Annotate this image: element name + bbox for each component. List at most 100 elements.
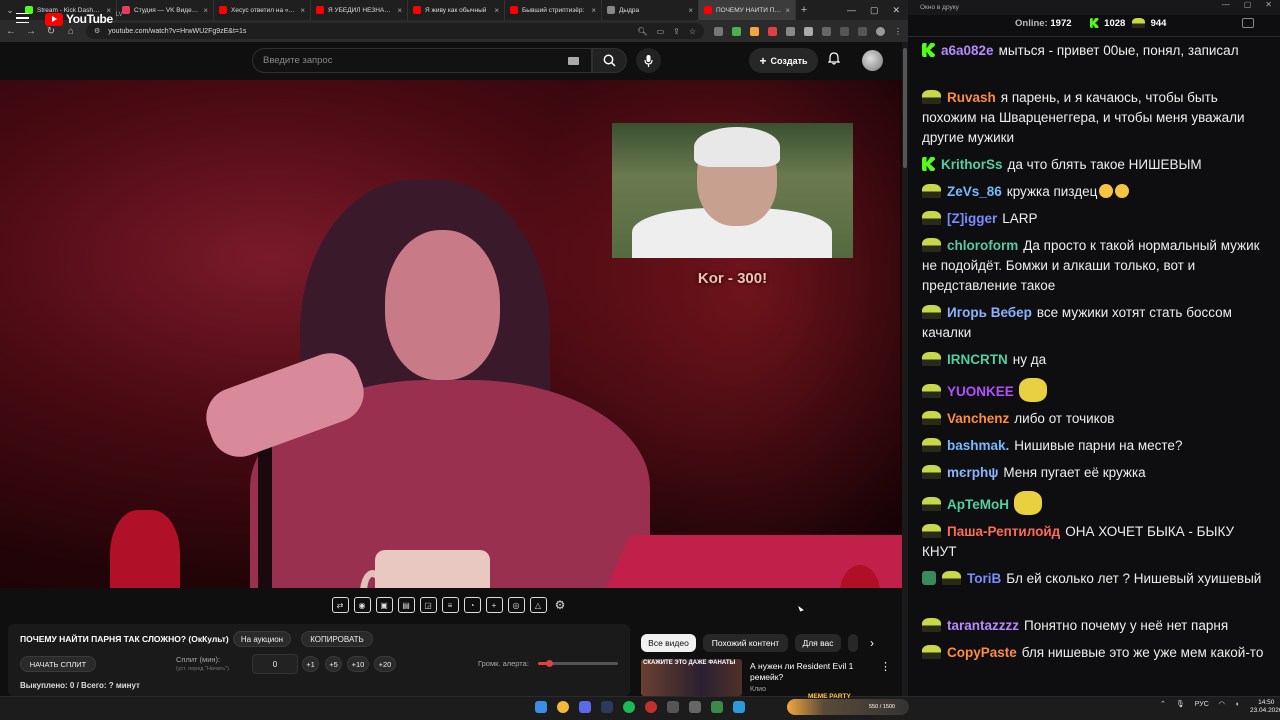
- page-scrollbar-thumb[interactable]: [903, 48, 907, 168]
- tab-close-icon[interactable]: ×: [494, 6, 499, 15]
- add-1-button[interactable]: +1: [302, 656, 319, 672]
- search-input[interactable]: Введите запрос: [252, 48, 592, 73]
- chevron-right-icon[interactable]: ›: [870, 636, 874, 650]
- screenshot-icon[interactable]: ▣: [375, 597, 393, 613]
- minimize-icon[interactable]: —: [1222, 0, 1230, 9]
- browser-tab[interactable]: Я живу как обычный ×: [408, 0, 505, 20]
- chat-username[interactable]: ToriB: [967, 571, 1001, 586]
- back-icon[interactable]: ←: [6, 26, 16, 37]
- extension-icon[interactable]: [768, 26, 777, 36]
- chat-username[interactable]: YUONKEE: [947, 384, 1014, 399]
- chat-settings-icon[interactable]: [1242, 18, 1254, 28]
- extension-icon[interactable]: [804, 26, 813, 36]
- meme-party-widget[interactable]: 550 / 1500: [787, 699, 909, 715]
- hamburger-icon[interactable]: [16, 13, 29, 23]
- telegram-icon[interactable]: [733, 701, 745, 713]
- tab-close-icon[interactable]: ×: [688, 6, 693, 15]
- chip-similar[interactable]: Похожий контент: [703, 634, 788, 652]
- url-field[interactable]: ⚙ youtube.com/watch?v=HrwWU2Fg9zE&t=1s 🔍…: [86, 23, 704, 39]
- browser-tab[interactable]: Хесус ответил на «разо ×: [214, 0, 311, 20]
- extension-icon[interactable]: [786, 26, 795, 36]
- chat-username[interactable]: a6a082e: [941, 43, 994, 58]
- chat-username[interactable]: ZeVs_86: [947, 184, 1002, 199]
- browser-tab[interactable]: Дыдра ×: [602, 0, 699, 20]
- speed-icon[interactable]: ◔: [463, 597, 481, 613]
- chat-username[interactable]: Игорь Вебер: [947, 305, 1032, 320]
- chrome-icon[interactable]: [557, 701, 569, 713]
- pip-icon[interactable]: ◲: [419, 597, 437, 613]
- loop-icon[interactable]: ⇄: [331, 597, 349, 613]
- youtube-logo[interactable]: YouTube LV: [45, 12, 123, 26]
- chat-username[interactable]: tarantazzzz: [947, 618, 1019, 633]
- lang-indicator[interactable]: РУС: [1195, 701, 1209, 708]
- keyboard-icon[interactable]: [568, 57, 579, 65]
- close-icon[interactable]: ✕: [1265, 0, 1272, 9]
- copy-button[interactable]: КОПИРОВАТЬ: [301, 631, 373, 647]
- chat-username[interactable]: chloroform: [947, 238, 1018, 253]
- obs-icon[interactable]: [645, 701, 657, 713]
- chat-username[interactable]: IRNCRTN: [947, 352, 1008, 367]
- split-minutes-input[interactable]: 0: [252, 654, 298, 674]
- extension-icon[interactable]: [732, 26, 741, 36]
- new-tab-button[interactable]: +: [796, 4, 812, 16]
- site-info-icon[interactable]: ⚙: [94, 27, 100, 35]
- search-button[interactable]: [592, 48, 627, 73]
- chat-username[interactable]: Vanchenz: [947, 411, 1009, 426]
- discord-icon[interactable]: [579, 701, 591, 713]
- gear-icon[interactable]: ⚙: [552, 597, 569, 613]
- bookmark-star-icon[interactable]: ☆: [689, 27, 696, 36]
- auction-button[interactable]: На аукцион: [233, 631, 291, 647]
- minimize-icon[interactable]: —: [847, 5, 856, 15]
- chat-username[interactable]: mєrphψ: [947, 465, 998, 480]
- camera-icon[interactable]: ◎: [507, 597, 525, 613]
- maximize-icon[interactable]: ▢: [870, 5, 879, 16]
- bell-icon[interactable]: [827, 52, 841, 68]
- add-10-button[interactable]: +10: [347, 656, 369, 672]
- profile-icon[interactable]: [876, 26, 885, 36]
- wifi-icon[interactable]: ◠: [1219, 700, 1225, 708]
- tab-close-icon[interactable]: ×: [203, 6, 208, 15]
- tab-close-icon[interactable]: ×: [785, 6, 790, 15]
- add-20-button[interactable]: +20: [374, 656, 396, 672]
- video-player[interactable]: Kor - 300!: [0, 80, 902, 588]
- chat-username[interactable]: KrithorSs: [941, 157, 1003, 172]
- chat-username[interactable]: Ruvash: [947, 90, 996, 105]
- chat-username[interactable]: Паша-Рептилойд: [947, 524, 1060, 539]
- chat-username[interactable]: ApTeMoH: [947, 497, 1009, 512]
- avatar[interactable]: [862, 50, 883, 71]
- recommendation-channel[interactable]: Клио: [750, 686, 766, 693]
- app-icon[interactable]: [689, 701, 701, 713]
- share-icon[interactable]: ⇪: [673, 27, 680, 36]
- zoom-icon[interactable]: 🔍︎: [637, 27, 647, 36]
- home-icon[interactable]: ⌂: [66, 26, 76, 37]
- broadcast-icon[interactable]: ◉: [353, 597, 371, 613]
- chip-more[interactable]: [848, 634, 858, 652]
- clock[interactable]: 14:50 23.04.2026: [1250, 699, 1280, 715]
- puzzle-icon[interactable]: [822, 26, 831, 36]
- volume-icon[interactable]: ◖: [1235, 701, 1239, 708]
- recommendation-title[interactable]: А нужен ли Resident Evil 1 ремейк?: [750, 661, 870, 683]
- add-5-button[interactable]: +5: [325, 656, 342, 672]
- steam-icon[interactable]: [601, 701, 613, 713]
- tab-close-icon[interactable]: ×: [591, 6, 596, 15]
- captions-icon[interactable]: ≡: [441, 597, 459, 613]
- mic-icon[interactable]: 🎙︎: [1176, 700, 1185, 708]
- spotify-icon[interactable]: [623, 701, 635, 713]
- browser-tab[interactable]: Я УБЕДИЛ НЕЗНАКОМ ×: [311, 0, 408, 20]
- browser-tab[interactable]: Студия — VK Видео Live ×: [117, 0, 214, 20]
- extension-icon[interactable]: [750, 26, 759, 36]
- forward-icon[interactable]: →: [26, 26, 36, 37]
- chat-username[interactable]: [Z]igger: [947, 211, 997, 226]
- browser-tab[interactable]: Бывший стриптизёр: ×: [505, 0, 602, 20]
- chat-username[interactable]: CopyPaste: [947, 645, 1017, 660]
- browser-menu-icon[interactable]: ⋮: [894, 27, 902, 36]
- chip-for-you[interactable]: Для вас: [795, 634, 841, 652]
- browser-tab[interactable]: ПОЧЕМУ НАЙТИ ПАР ×: [699, 0, 796, 20]
- create-button[interactable]: + Создать: [749, 48, 818, 73]
- app-icon[interactable]: [667, 701, 679, 713]
- app-icon[interactable]: [711, 701, 723, 713]
- chat-username[interactable]: bashmak.: [947, 438, 1009, 453]
- start-split-button[interactable]: НАЧАТЬ СПЛИТ: [20, 656, 96, 672]
- sidebar-icon[interactable]: [858, 26, 867, 36]
- maximize-icon[interactable]: ▢: [1244, 0, 1252, 9]
